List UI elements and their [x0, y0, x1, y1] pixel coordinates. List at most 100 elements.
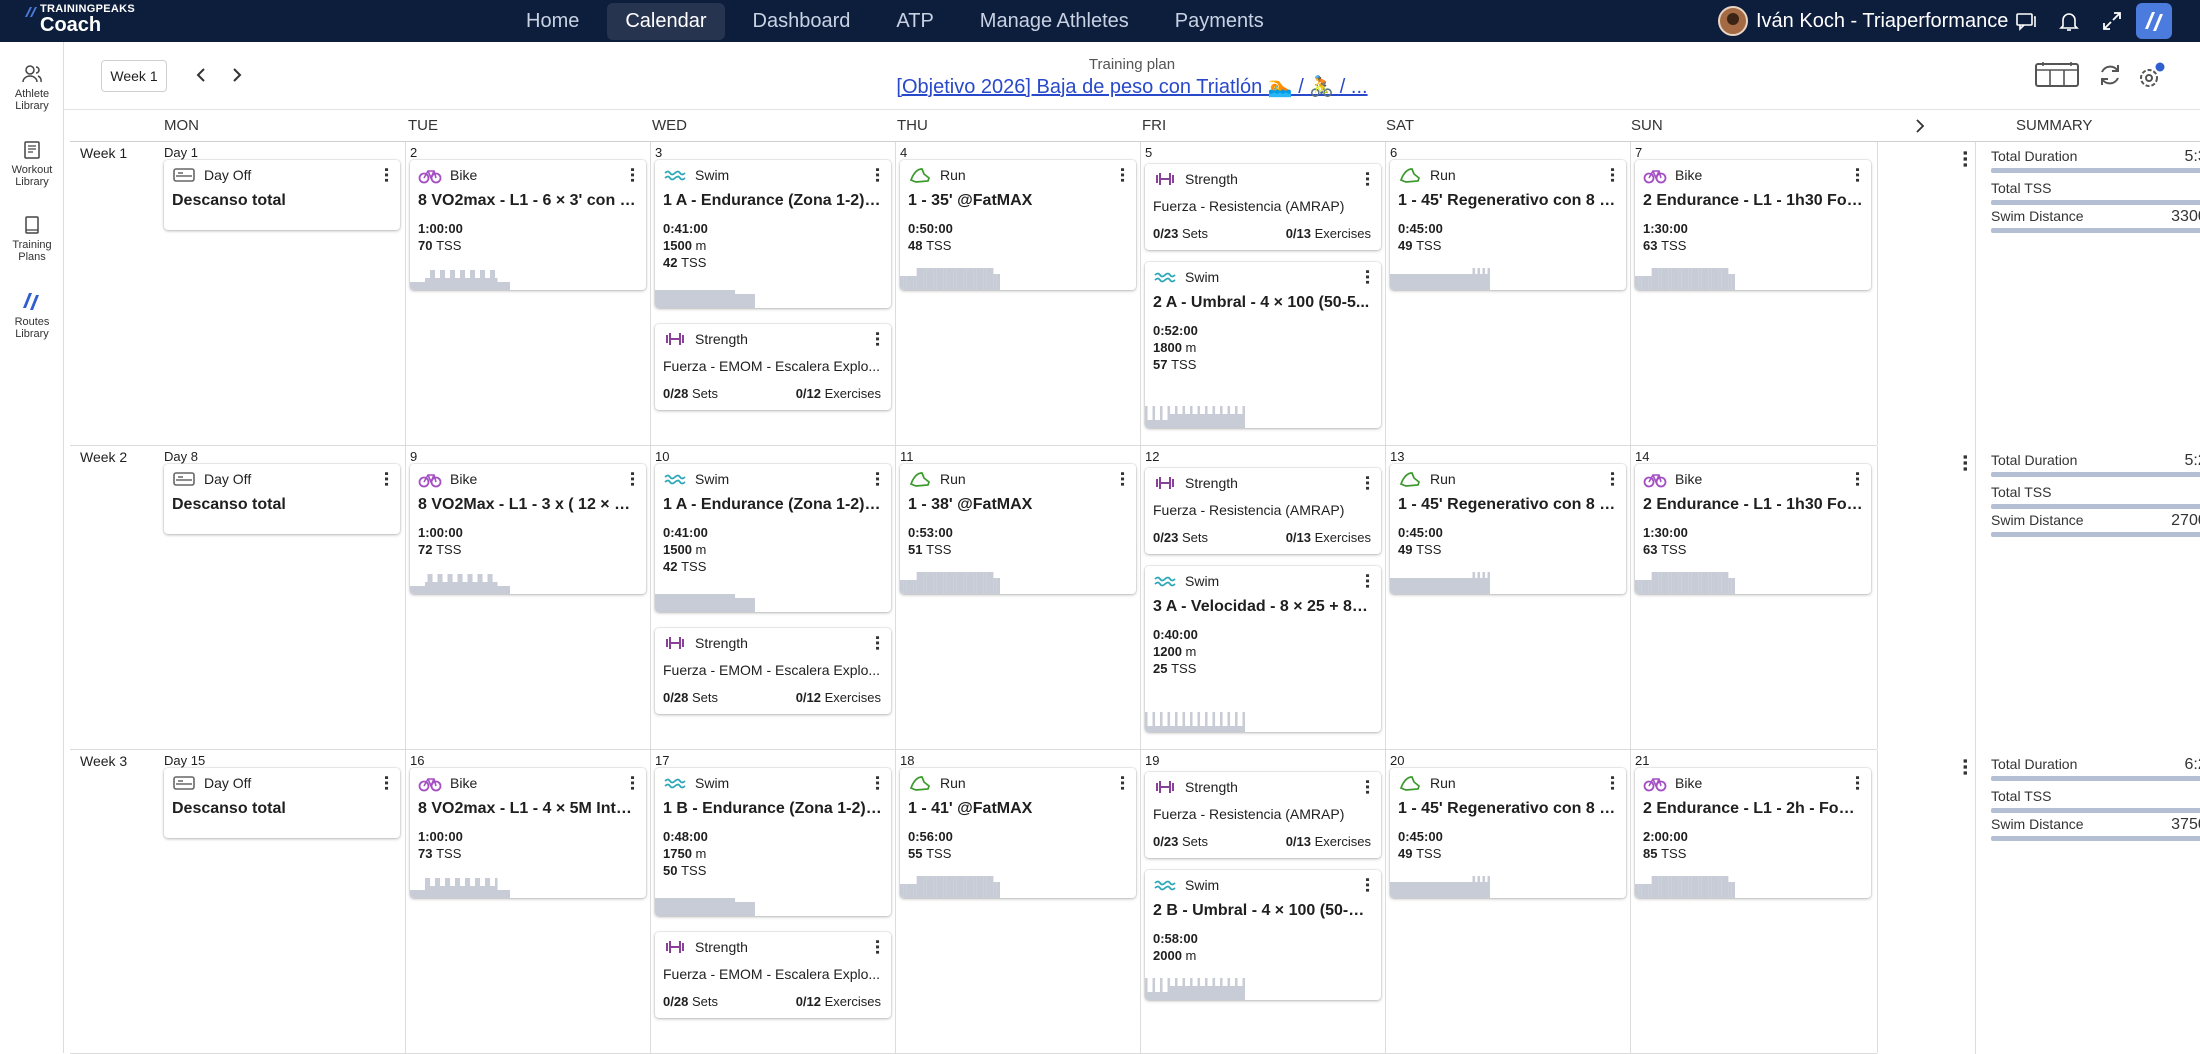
bell-icon[interactable] — [2057, 9, 2081, 33]
workout-card[interactable]: Strength ⋯ Fuerza - EMOM - Escalera Explo.… — [655, 324, 891, 410]
workout-card[interactable]: Strength ⋯ Fuerza - Resistencia (AMRAP) 0/2… — [1145, 468, 1381, 554]
workout-card[interactable]: Strength ⋯ Fuerza - EMOM - Escalera Explo.… — [655, 932, 891, 1018]
more-options-button[interactable]: ⋯ — [1848, 471, 1865, 487]
calendar-view-icon[interactable] — [2034, 60, 2080, 88]
more-options-button[interactable]: ⋯ — [1603, 471, 1620, 487]
sets-stat: 0/28 Sets — [663, 994, 718, 1009]
expand-icon[interactable] — [2100, 9, 2124, 33]
nav-manage-athletes[interactable]: Manage Athletes — [962, 3, 1147, 40]
workout-card[interactable]: Swim ⋯ 1 A - Endurance (Zona 1-2) 15... 0:4… — [655, 464, 891, 612]
settings-icon[interactable] — [2136, 62, 2166, 90]
more-options-button[interactable]: ⋯ — [1358, 269, 1375, 285]
workout-profile-chart — [1635, 268, 1735, 290]
more-options-button[interactable]: ⋯ — [1358, 779, 1375, 795]
refresh-icon[interactable] — [2097, 62, 2123, 88]
day-header-wed: WED — [652, 117, 687, 134]
workout-card[interactable]: Run ⋯ 1 - 35' @FatMAX 0:50:00 48 TSS — [900, 160, 1136, 290]
exercises-unit: Exercises — [824, 690, 881, 705]
more-options-button[interactable]: ⋯ — [623, 775, 640, 791]
workout-card[interactable]: Run ⋯ 1 - 41' @FatMAX 0:56:00 55 TSS — [900, 768, 1136, 898]
workout-card[interactable]: Run ⋯ 1 - 45' Regenerativo con 8 × ... 0:45… — [1390, 768, 1626, 898]
sidebar-item-workout-library[interactable]: Workout Library — [0, 140, 64, 188]
sidebar-item-training-plans[interactable]: Training Plans — [0, 215, 64, 263]
plan-title-link[interactable]: [Objetivo 2026] Baja de peso con Triatló… — [64, 74, 2200, 99]
more-options-button[interactable]: ⋯ — [1603, 775, 1620, 791]
more-options-button[interactable]: ⋯ — [1113, 471, 1130, 487]
nav-atp[interactable]: ATP — [878, 3, 951, 40]
more-options-button[interactable]: ⋯ — [1848, 167, 1865, 183]
workout-card[interactable]: Bike ⋯ 2 Endurance - L1 - 1h30 Fond... 1:30… — [1635, 464, 1871, 594]
more-options-button[interactable]: ⋯ — [868, 775, 885, 791]
summary-options-button[interactable]: ⋯ — [1954, 150, 1976, 168]
summary-options-button[interactable]: ⋯ — [1954, 758, 1976, 776]
workout-profile-chart — [1145, 978, 1245, 1000]
workout-card[interactable]: Run ⋯ 1 - 38' @FatMAX 0:53:00 51 TSS — [900, 464, 1136, 594]
nav-calendar[interactable]: Calendar — [607, 2, 725, 40]
sidebar-item-athlete-library[interactable]: Athlete Library — [0, 64, 64, 112]
bike-icon — [418, 474, 442, 488]
more-options-button[interactable]: ⋯ — [1358, 877, 1375, 893]
sport-label: Bike — [1643, 470, 1702, 488]
chat-icon[interactable] — [2014, 9, 2038, 33]
workout-card[interactable]: Bike ⋯ 2 Endurance - L1 - 2h - Fondo... 2:0… — [1635, 768, 1871, 898]
nav-dashboard[interactable]: Dashboard — [735, 3, 869, 40]
app-switcher-button[interactable] — [2136, 3, 2172, 39]
user-menu[interactable]: Iván Koch - Triaperformance — [1718, 6, 2008, 36]
more-options-button[interactable]: ⋯ — [623, 167, 640, 183]
workout-card[interactable]: Bike ⋯ 8 VO2Max - L1 - 3 x ( 12 × 30'... 1:… — [410, 464, 646, 594]
more-options-button[interactable]: ⋯ — [1358, 573, 1375, 589]
workout-card[interactable]: Bike ⋯ 8 VO2max - L1 - 4 × 5M Inter... 1:00… — [410, 768, 646, 898]
tss-value: 49 — [1398, 542, 1413, 557]
more-options-button[interactable]: ⋯ — [377, 775, 394, 791]
workout-card[interactable]: Day Off ⋯ Descanso total — [164, 768, 400, 838]
workout-card[interactable]: Swim ⋯ 1 B - Endurance (Zona 1-2) 17... 0:4… — [655, 768, 891, 916]
more-options-button[interactable]: ⋯ — [868, 331, 885, 347]
summary-options-button[interactable]: ⋯ — [1954, 454, 1976, 472]
workout-card[interactable]: Strength ⋯ Fuerza - Resistencia (AMRAP) 0/2… — [1145, 164, 1381, 250]
strength-stats: 0/28 Sets 0/12 Exercises — [663, 994, 881, 1009]
workout-card[interactable]: Swim ⋯ 2 A - Umbral - 4 × 100 (50-5... 0:52… — [1145, 262, 1381, 428]
sidebar-item-routes-library[interactable]: Routes Library — [0, 290, 64, 340]
brand-bottom-text: Coach — [40, 14, 102, 36]
workout-title: 2 Endurance - L1 - 2h - Fondo... — [1643, 800, 1863, 817]
more-options-button[interactable]: ⋯ — [377, 167, 394, 183]
more-options-button[interactable]: ⋯ — [1358, 171, 1375, 187]
sport-name: Strength — [1185, 779, 1238, 795]
more-options-button[interactable]: ⋯ — [1113, 775, 1130, 791]
more-options-button[interactable]: ⋯ — [1358, 475, 1375, 491]
duration-value: 0:45:00 — [1398, 221, 1443, 236]
more-options-button[interactable]: ⋯ — [623, 471, 640, 487]
workout-card[interactable]: Day Off ⋯ Descanso total — [164, 160, 400, 230]
workout-card[interactable]: Swim ⋯ 2 B - Umbral - 4 × 100 (50-50... 0:5… — [1145, 870, 1381, 1000]
summary-swim: Swim Distance 3750 0.00 m — [1991, 816, 2200, 846]
more-options-button[interactable]: ⋯ — [1603, 167, 1620, 183]
nav-home[interactable]: Home — [508, 3, 597, 40]
sport-name: Run — [1430, 471, 1456, 487]
chevron-right-icon[interactable] — [1910, 116, 1930, 136]
summary-tss: Total TSS302 0 — [1991, 484, 2200, 514]
more-options-button[interactable]: ⋯ — [868, 939, 885, 955]
more-options-button[interactable]: ⋯ — [868, 167, 885, 183]
sport-label: Bike — [1643, 166, 1702, 184]
nav-payments[interactable]: Payments — [1157, 3, 1282, 40]
exercises-value: 0/13 — [1285, 226, 1312, 241]
workout-card[interactable]: Swim ⋯ 1 A - Endurance (Zona 1-2) 15... 0:4… — [655, 160, 891, 308]
more-options-button[interactable]: ⋯ — [1848, 775, 1865, 791]
workout-card[interactable]: Run ⋯ 1 - 45' Regenerativo con 8 × ... 0:45… — [1390, 160, 1626, 290]
workout-stats: 0:40:00 1200 m 25 TSS — [1153, 626, 1198, 677]
more-options-button[interactable]: ⋯ — [377, 471, 394, 487]
more-options-button[interactable]: ⋯ — [868, 471, 885, 487]
summary-swim: Swim Distance 2700 0.00 m — [1991, 512, 2200, 542]
workout-card[interactable]: Bike ⋯ 8 VO2max - L1 - 6 × 3' con ini... 1:… — [410, 160, 646, 290]
trainingpeaks-logo[interactable]: TRAININGPEAKS Coach — [24, 4, 135, 35]
sport-name: Run — [940, 775, 966, 791]
workout-card[interactable]: Strength ⋯ Fuerza - EMOM - Escalera Explo.… — [655, 628, 891, 714]
workout-card[interactable]: Run ⋯ 1 - 45' Regenerativo con 8 × ... 0:45… — [1390, 464, 1626, 594]
workout-card[interactable]: Bike ⋯ 2 Endurance - L1 - 1h30 Fond... 1:30… — [1635, 160, 1871, 290]
workout-card[interactable]: Strength ⋯ Fuerza - Resistencia (AMRAP) 0/2… — [1145, 772, 1381, 858]
more-options-button[interactable]: ⋯ — [868, 635, 885, 651]
workout-card[interactable]: Swim ⋯ 3 A - Velocidad - 8 × 25 + 8×50 0:40… — [1145, 566, 1381, 732]
column-divider — [895, 750, 896, 1053]
workout-card[interactable]: Day Off ⋯ Descanso total — [164, 464, 400, 534]
more-options-button[interactable]: ⋯ — [1113, 167, 1130, 183]
